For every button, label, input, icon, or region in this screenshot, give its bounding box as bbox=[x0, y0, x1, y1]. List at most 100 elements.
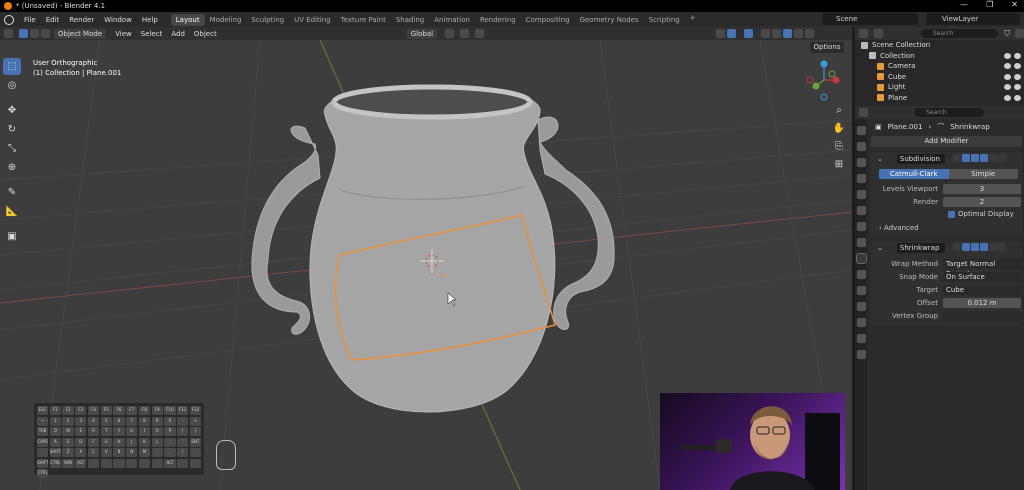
texture-tab-icon[interactable] bbox=[856, 350, 866, 359]
tool-tab-icon[interactable] bbox=[856, 126, 866, 135]
outliner-row[interactable]: Cube bbox=[855, 72, 1024, 83]
outliner-editor-type-icon[interactable] bbox=[859, 29, 868, 38]
snap-mode-dropdown[interactable]: On Surface bbox=[943, 271, 1021, 282]
minimize-button[interactable]: — bbox=[960, 0, 968, 9]
offset-field[interactable]: 0.012 m bbox=[943, 297, 1021, 308]
measure-tool-icon[interactable]: 📐 bbox=[3, 203, 21, 220]
remove-modifier-icon[interactable] bbox=[998, 154, 1006, 162]
eye-icon[interactable] bbox=[1004, 73, 1011, 80]
wrap-method-dropdown[interactable]: Target Normal Project bbox=[943, 258, 1021, 278]
tab-animation[interactable]: Animation bbox=[429, 14, 475, 26]
menu-window[interactable]: Window bbox=[99, 16, 137, 24]
edit-cage-icon[interactable] bbox=[953, 154, 961, 162]
view-layer-tab-icon[interactable] bbox=[856, 174, 866, 183]
visibility-icon[interactable] bbox=[716, 29, 726, 38]
rotate-tool-icon[interactable]: ↻ bbox=[3, 121, 21, 138]
camera-render-icon[interactable] bbox=[1014, 63, 1021, 69]
constraints-tab-icon[interactable] bbox=[856, 302, 866, 311]
object-tab-icon[interactable] bbox=[856, 238, 866, 247]
editor-type-icon[interactable] bbox=[4, 29, 13, 38]
optimal-display-checkbox[interactable]: Optimal Display bbox=[948, 210, 1022, 218]
collapse-chevron-icon[interactable]: ⌄ bbox=[877, 155, 883, 163]
tab-texture-paint[interactable]: Texture Paint bbox=[336, 14, 391, 26]
zoom-icon[interactable]: ⌕ bbox=[832, 105, 846, 117]
output-tab-icon[interactable] bbox=[856, 158, 866, 167]
options-dropdown[interactable]: Options bbox=[810, 42, 844, 53]
menu-edit[interactable]: Edit bbox=[41, 16, 65, 24]
properties-editor-type-icon[interactable] bbox=[859, 108, 868, 117]
camera-render-icon[interactable] bbox=[1014, 94, 1021, 101]
eye-icon[interactable] bbox=[1004, 52, 1011, 59]
advanced-subpanel[interactable]: › Advanced bbox=[879, 224, 1022, 232]
blender-logo-icon[interactable] bbox=[4, 14, 14, 25]
select-new-icon[interactable] bbox=[19, 29, 28, 38]
xray-icon[interactable] bbox=[761, 29, 771, 38]
dropdown-icon[interactable] bbox=[989, 154, 997, 162]
camera-view-icon[interactable]: ⎘ bbox=[832, 141, 846, 153]
proportional-edit-icon[interactable] bbox=[475, 29, 485, 38]
eye-icon[interactable] bbox=[1004, 94, 1011, 101]
shading-wireframe-icon[interactable] bbox=[772, 29, 782, 38]
levels-viewport-field[interactable]: 3 bbox=[943, 183, 1021, 194]
edit-cage-icon[interactable] bbox=[953, 243, 961, 251]
tab-layout[interactable]: Layout bbox=[170, 13, 205, 26]
tab-rendering[interactable]: Rendering bbox=[475, 14, 521, 26]
dropdown-icon[interactable] bbox=[989, 243, 997, 251]
pivot-point-icon[interactable] bbox=[445, 29, 455, 38]
render-levels-field[interactable]: 2 bbox=[943, 196, 1021, 207]
select-subtract-icon[interactable] bbox=[41, 29, 50, 38]
tab-geometry-nodes[interactable]: Geometry Nodes bbox=[575, 14, 644, 26]
menu-object[interactable]: Object bbox=[194, 30, 217, 38]
outliner-search-input[interactable]: Search bbox=[920, 29, 999, 38]
menu-add[interactable]: Add bbox=[171, 30, 185, 38]
properties-search-input[interactable]: Search bbox=[914, 108, 984, 117]
material-tab-icon[interactable] bbox=[856, 334, 866, 343]
view-layer-selector[interactable]: ViewLayer bbox=[926, 13, 1020, 25]
catmull-clark-button[interactable]: Catmull-Clark bbox=[879, 169, 949, 179]
object-mode-dropdown[interactable]: Object Mode bbox=[54, 28, 107, 39]
render-icon[interactable] bbox=[980, 154, 988, 162]
close-button[interactable]: ✕ bbox=[1011, 0, 1018, 9]
render-tab-icon[interactable] bbox=[856, 142, 866, 151]
tab-shading[interactable]: Shading bbox=[391, 14, 429, 26]
outliner-row[interactable]: Collection bbox=[855, 51, 1024, 62]
menu-help[interactable]: Help bbox=[137, 16, 163, 24]
cursor-tool-icon[interactable]: ◎ bbox=[3, 77, 21, 94]
data-tab-icon[interactable] bbox=[856, 318, 866, 327]
gizmo-icon[interactable] bbox=[727, 29, 737, 38]
outliner-row[interactable]: Plane bbox=[855, 93, 1024, 104]
outliner-row[interactable]: Scene Collection bbox=[855, 40, 1024, 51]
display-mode-icon[interactable] bbox=[873, 29, 883, 38]
subdivision-name-field[interactable]: Subdivision bbox=[896, 153, 945, 164]
select-extend-icon[interactable] bbox=[30, 29, 39, 38]
add-modifier-button[interactable]: Add Modifier bbox=[871, 136, 1022, 147]
shading-solid-icon[interactable] bbox=[783, 29, 793, 38]
scale-tool-icon[interactable]: ⤡ bbox=[3, 140, 21, 157]
transform-orientation-dropdown[interactable]: Global bbox=[406, 28, 438, 39]
3d-viewport[interactable]: User Orthographic (1) Collection | Plane… bbox=[0, 40, 852, 490]
collapse-chevron-icon[interactable]: ⌄ bbox=[877, 244, 883, 252]
tab-scripting[interactable]: Scripting bbox=[644, 14, 685, 26]
select-box-tool-icon[interactable]: ⬚ bbox=[3, 58, 21, 75]
world-tab-icon[interactable] bbox=[856, 206, 866, 215]
tab-sculpting[interactable]: Sculpting bbox=[246, 14, 289, 26]
add-workspace-icon[interactable]: + bbox=[685, 14, 701, 26]
camera-render-icon[interactable] bbox=[1014, 84, 1021, 90]
collection-tab-icon[interactable] bbox=[856, 222, 866, 231]
scene-tab-icon[interactable] bbox=[856, 190, 866, 199]
physics-tab-icon[interactable] bbox=[856, 286, 866, 295]
realtime-icon[interactable] bbox=[971, 243, 979, 251]
eye-icon[interactable] bbox=[1004, 63, 1011, 69]
navigation-gizmo[interactable] bbox=[806, 60, 840, 101]
outliner-row[interactable]: Light bbox=[855, 82, 1024, 93]
menu-file[interactable]: File bbox=[19, 16, 41, 24]
new-collection-icon[interactable] bbox=[1015, 29, 1024, 38]
move-tool-icon[interactable]: ✥ bbox=[3, 102, 21, 119]
particles-tab-icon[interactable] bbox=[856, 270, 866, 279]
outliner-row[interactable]: Camera bbox=[855, 61, 1024, 72]
shading-material-icon[interactable] bbox=[794, 29, 804, 38]
render-icon[interactable] bbox=[980, 243, 988, 251]
tab-compositing[interactable]: Compositing bbox=[521, 14, 575, 26]
tab-uv-editing[interactable]: UV Editing bbox=[289, 14, 336, 26]
snap-icon[interactable] bbox=[460, 29, 470, 38]
